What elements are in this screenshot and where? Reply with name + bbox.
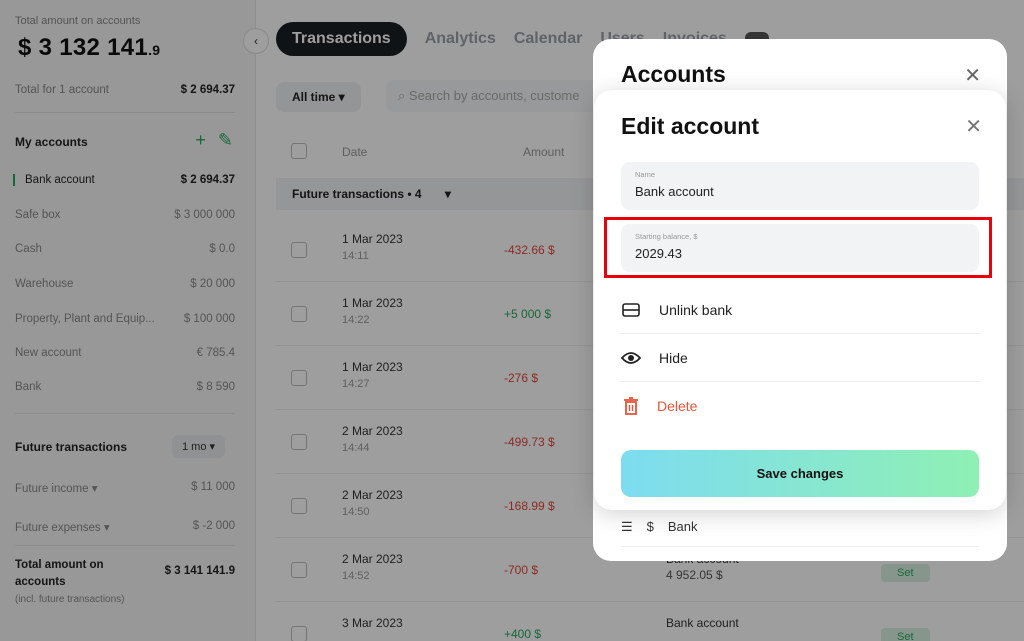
- save-changes-button[interactable]: Save changes: [621, 450, 979, 497]
- accounts-modal-title: Accounts: [621, 61, 726, 87]
- name-input[interactable]: [635, 184, 965, 199]
- close-icon[interactable]: ✕: [964, 63, 981, 88]
- name-field[interactable]: Name: [621, 162, 979, 210]
- name-label: Name: [635, 170, 656, 179]
- hide-button[interactable]: Hide: [621, 334, 979, 382]
- edit-account-modal: Edit account ✕ Name Starting balance, $ …: [594, 90, 1006, 510]
- delete-button[interactable]: Delete: [621, 382, 979, 430]
- edit-account-title: Edit account: [621, 113, 760, 139]
- unlink-bank-button[interactable]: Unlink bank: [621, 286, 979, 334]
- drag-handle-icon[interactable]: ☰: [621, 519, 633, 535]
- card-icon: [621, 302, 641, 317]
- close-icon[interactable]: ✕: [965, 114, 982, 139]
- highlight-box: [604, 217, 992, 278]
- eye-icon: [621, 351, 641, 365]
- trash-icon: [621, 397, 641, 415]
- account-list-item[interactable]: ☰ $ Bank: [621, 507, 979, 547]
